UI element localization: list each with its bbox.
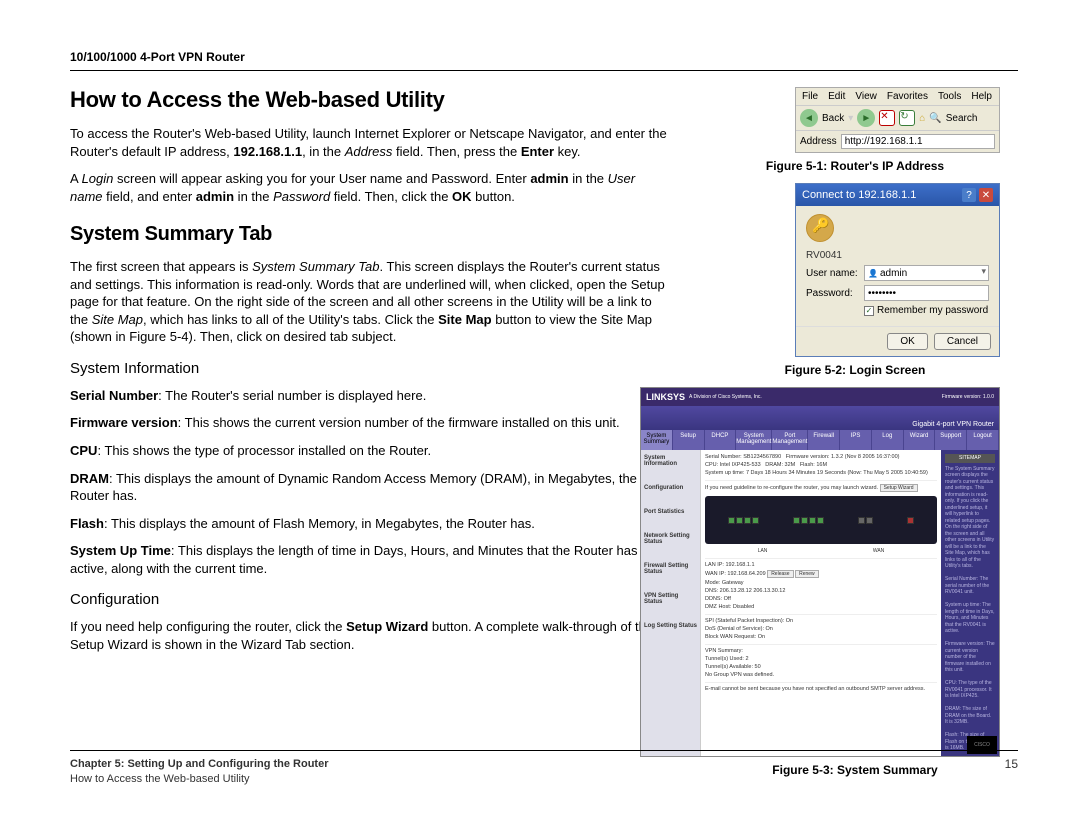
tab-setup[interactable]: Setup [673,430,705,450]
para-summary: The first screen that appears is System … [70,258,670,346]
heading-summary: System Summary Tab [70,223,670,246]
tab-sys-mgmt[interactable]: System Management [736,430,772,450]
browser-address-bar: Address [796,131,999,152]
address-input[interactable] [841,134,995,149]
tab-support[interactable]: Support [935,430,967,450]
tab-ips[interactable]: IPS [840,430,872,450]
renew-button[interactable]: Renew [795,570,819,578]
heading-config: Configuration [70,591,670,608]
menu-file[interactable]: File [802,91,818,102]
para-flash: Flash: This displays the amount of Flash… [70,515,670,533]
tab-wizard[interactable]: Wizard [904,430,936,450]
refresh-icon[interactable]: ↻ [899,110,915,126]
ss-tabs: System Summary Setup DHCP System Managem… [641,430,999,450]
cancel-button[interactable]: Cancel [934,333,991,350]
search-icon[interactable]: 🔍 [929,113,941,124]
login-titlebar: Connect to 192.168.1.1 ? ✕ [796,184,999,206]
menu-view[interactable]: View [855,91,877,102]
figure-login-dialog: Connect to 192.168.1.1 ? ✕ RV0041 User n… [795,183,1000,357]
footer-chapter: Chapter 5: Setting Up and Configuring th… [70,758,329,770]
figure-2-caption: Figure 5-2: Login Screen [710,363,1000,377]
para-config: If you need help configuring the router,… [70,618,670,653]
sitemap-button[interactable]: SITEMAP [945,454,995,463]
para-serial: Serial Number: The Router's serial numbe… [70,387,670,405]
close-icon[interactable]: ✕ [979,188,993,202]
heading-access: How to Access the Web-based Utility [70,87,670,113]
router-port-diagram [705,496,937,544]
tab-logout[interactable]: Logout [967,430,999,450]
help-icon[interactable]: ? [962,188,976,202]
para-cpu: CPU: This shows the type of processor in… [70,442,670,460]
forward-icon[interactable]: ► [857,109,875,127]
browser-toolbar: ◄ Back ▾ ► ✕ ↻ ⌂ 🔍 Search [796,106,999,131]
remember-checkbox[interactable]: ✓ [864,306,874,316]
ss-subbrand: A Division of Cisco Systems, Inc. [689,394,762,400]
figure-1-caption: Figure 5-1: Router's IP Address [710,159,1000,173]
menu-tools[interactable]: Tools [938,91,961,102]
header-rule [70,70,1018,71]
search-label[interactable]: Search [946,113,978,124]
product-header: 10/100/1000 4-Port VPN Router [70,50,1018,64]
ss-left-labels: System Information Configuration Port St… [641,450,701,757]
menu-favorites[interactable]: Favorites [887,91,928,102]
para-dram: DRAM: This displays the amount of Dynami… [70,470,670,505]
tab-port-mgmt[interactable]: Port Management [772,430,808,450]
password-label: Password: [806,288,864,299]
menu-edit[interactable]: Edit [828,91,845,102]
stop-icon[interactable]: ✕ [879,110,895,126]
ss-sitemap-panel: SITEMAP The System Summary screen displa… [941,450,999,757]
remember-label: Remember my password [877,305,988,316]
para-access-1: To access the Router's Web-based Utility… [70,125,670,160]
back-label[interactable]: Back [822,113,844,124]
tab-firewall[interactable]: Firewall [808,430,840,450]
para-firmware: Firmware version: This shows the current… [70,414,670,432]
footer-section: How to Access the Web-based Utility [70,772,329,786]
ss-brand: LINKSYS [646,392,685,402]
ss-model: Gigabit 4-port VPN Router [912,421,994,428]
login-title-text: Connect to 192.168.1.1 [802,189,916,201]
key-icon [806,214,834,242]
heading-sysinfo: System Information [70,360,670,377]
setup-wizard-button[interactable]: Setup Wizard [880,484,918,492]
password-input[interactable]: •••••••• [864,285,989,301]
para-uptime: System Up Time: This displays the length… [70,542,670,577]
page-number: 15 [1005,757,1018,786]
back-icon[interactable]: ◄ [800,109,818,127]
address-label: Address [800,136,837,147]
tab-log[interactable]: Log [872,430,904,450]
para-access-2: A Login screen will appear asking you fo… [70,170,670,205]
username-input[interactable]: 👤admin [864,265,989,281]
username-label: User name: [806,268,864,279]
wan-port-icon [907,517,914,524]
page-footer: Chapter 5: Setting Up and Configuring th… [70,750,1018,786]
main-text-column: How to Access the Web-based Utility To a… [70,87,670,787]
tab-dhcp[interactable]: DHCP [705,430,737,450]
home-icon[interactable]: ⌂ [919,113,925,124]
browser-menu: File Edit View Favorites Tools Help [796,88,999,106]
menu-help[interactable]: Help [971,91,992,102]
figure-system-summary: LINKSYS A Division of Cisco Systems, Inc… [640,387,1000,757]
ss-main-panel: Serial Number: SB1234567890 Firmware ver… [701,450,941,757]
figure-browser-bar: File Edit View Favorites Tools Help ◄ Ba… [795,87,1000,153]
login-realm: RV0041 [806,250,989,261]
ok-button[interactable]: OK [887,333,927,350]
figures-column: File Edit View Favorites Tools Help ◄ Ba… [690,87,1000,787]
tab-system-summary[interactable]: System Summary [641,430,673,450]
release-button[interactable]: Release [767,570,793,578]
